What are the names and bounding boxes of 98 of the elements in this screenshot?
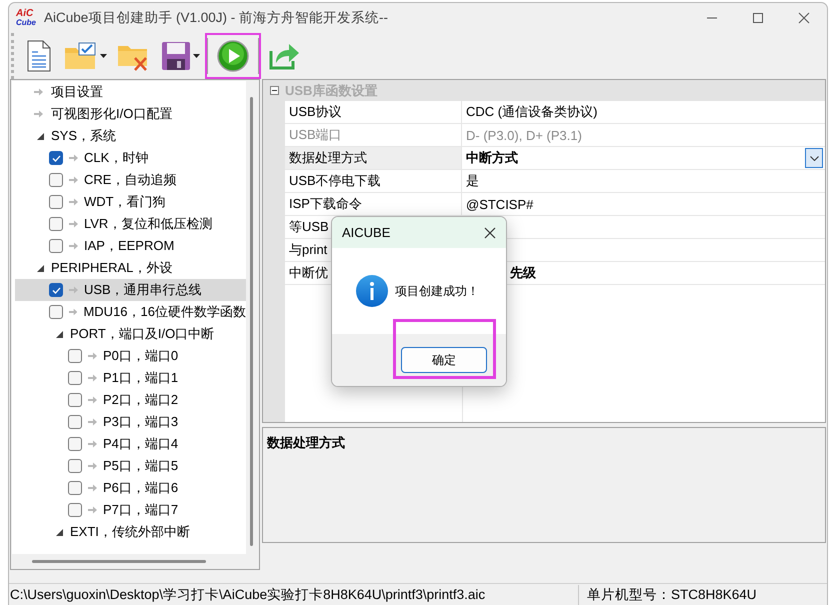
tree-item[interactable]: WDT，看门狗 [15,191,246,213]
checkbox[interactable] [49,173,63,187]
arrow-icon [69,242,78,250]
arrow-icon [88,506,97,514]
checkbox[interactable] [49,305,63,319]
checkbox[interactable] [68,503,82,517]
checkbox[interactable] [49,283,63,297]
property-name[interactable]: 等USB [285,216,329,238]
collapse-icon[interactable] [270,86,278,95]
scrollbar-thumb[interactable] [250,97,253,546]
checkbox[interactable] [68,481,82,495]
property-name[interactable]: ISP下载命令 [285,193,461,215]
dialog-title: AICUBE [342,225,390,240]
dialog-message: 项目创建成功！ [395,282,479,300]
tree-item[interactable]: USB，通用串行总线 [15,279,246,301]
tree-item[interactable]: P1口，端口1 [15,367,246,389]
arrow-icon [34,88,43,96]
tree-item[interactable]: PORT，端口及I/O口中断 [15,323,246,345]
property-name[interactable]: 与print [285,239,328,261]
checkbox[interactable] [49,239,63,253]
arrow-icon [69,154,78,162]
document-icon [26,40,52,72]
checkbox[interactable] [68,459,82,473]
arrow-icon [69,220,78,228]
chip-model: 单片机型号：STC8H8K64U [587,586,757,604]
arrow-icon [88,396,97,404]
property-name[interactable]: USB不停电下载 [285,170,461,192]
checkbox[interactable] [68,415,82,429]
checkbox[interactable] [68,349,82,363]
tree-item[interactable]: 项目设置 [15,81,246,103]
arrow-icon [34,110,43,118]
tree-item[interactable]: P2口，端口2 [15,389,246,411]
share-arrow-icon [268,41,300,71]
info-icon [356,275,388,307]
chevron-down-icon [810,156,818,160]
checkbox[interactable] [68,371,82,385]
caret-icon[interactable] [193,54,200,58]
maximize-icon[interactable] [752,12,764,24]
file-path: C:\Users\guoxin\Desktop\学习打卡\AiCube实验打卡8H8K64U\printf3\printf3.aic [9,586,486,604]
arrow-icon [69,198,78,206]
tree-item[interactable]: 可视图形化I/O口配置 [15,103,246,125]
checkbox[interactable] [68,393,82,407]
arrow-icon [69,308,78,316]
arrow-icon [88,484,97,492]
play-icon [217,40,249,72]
property-name[interactable]: USB协议 [285,101,461,123]
arrow-icon [88,418,97,426]
check-icon [52,286,60,294]
tree-item[interactable]: P0口，端口0 [15,345,246,367]
close-icon[interactable] [798,12,810,24]
property-value[interactable]: 中断方式 [466,149,805,167]
logo-text: AiC [16,9,34,18]
save-icon [161,41,191,71]
tree-item[interactable]: P3口，端口3 [15,411,246,433]
collapse-icon[interactable] [56,528,63,536]
tree-item[interactable]: EXTI，传统外部中断 [15,521,246,543]
arrow-icon [88,440,97,448]
tree-item[interactable]: P7口，端口7 [15,499,246,521]
property-value[interactable]: @STCISP# [466,196,823,212]
arrow-icon [69,286,78,294]
caret-icon[interactable] [100,54,107,58]
checkbox[interactable] [49,151,63,165]
checkbox[interactable] [68,437,82,451]
category-label: USB库函数设置 [285,82,378,100]
highlight-frame [205,33,261,79]
tree-item[interactable]: LVR，复位和低压检测 [15,213,246,235]
close-icon[interactable] [484,226,496,238]
collapse-icon[interactable] [56,330,63,338]
tree-item[interactable]: P4口，端口4 [15,433,246,455]
window-title: AiCube项目创建助手 (V1.00J) - 前海方舟智能开发系统-- [44,9,390,27]
check-icon [52,154,60,162]
arrow-icon [69,176,78,184]
arrow-icon [88,374,97,382]
property-value[interactable]: CDC (通信设备类协议) [466,103,823,121]
tree-item[interactable]: IAP，EEPROM [15,235,246,257]
tree-item[interactable]: P5口，端口5 [15,455,246,477]
logo-text: Cube [16,18,36,27]
property-name[interactable]: 中断优 [285,262,328,284]
tree-item[interactable]: CRE，自动追频 [15,169,246,191]
dropdown-button[interactable] [805,148,823,168]
checkbox[interactable] [49,217,63,231]
description-title: 数据处理方式 [267,435,345,450]
tree-item[interactable]: MDU16，16位硬件数学函数 [15,301,246,323]
arrow-icon [88,462,97,470]
property-value[interactable]: 是 [466,172,823,190]
tree-item[interactable]: PERIPHERAL，外设 [15,257,246,279]
folder-check-icon [64,42,98,70]
tree-item[interactable]: SYS，系统 [15,125,246,147]
tree-item[interactable]: CLK，时钟 [15,147,246,169]
tree-item[interactable]: P6口，端口6 [15,477,246,499]
scrollbar-thumb[interactable] [32,560,206,563]
collapse-icon[interactable] [37,264,44,272]
arrow-icon [88,352,97,360]
property-name[interactable]: 数据处理方式 [285,147,461,169]
property-value[interactable]: 先级 [510,264,823,282]
ok-button[interactable]: 确定 [401,347,487,373]
collapse-icon[interactable] [37,132,44,140]
checkbox[interactable] [49,195,63,209]
